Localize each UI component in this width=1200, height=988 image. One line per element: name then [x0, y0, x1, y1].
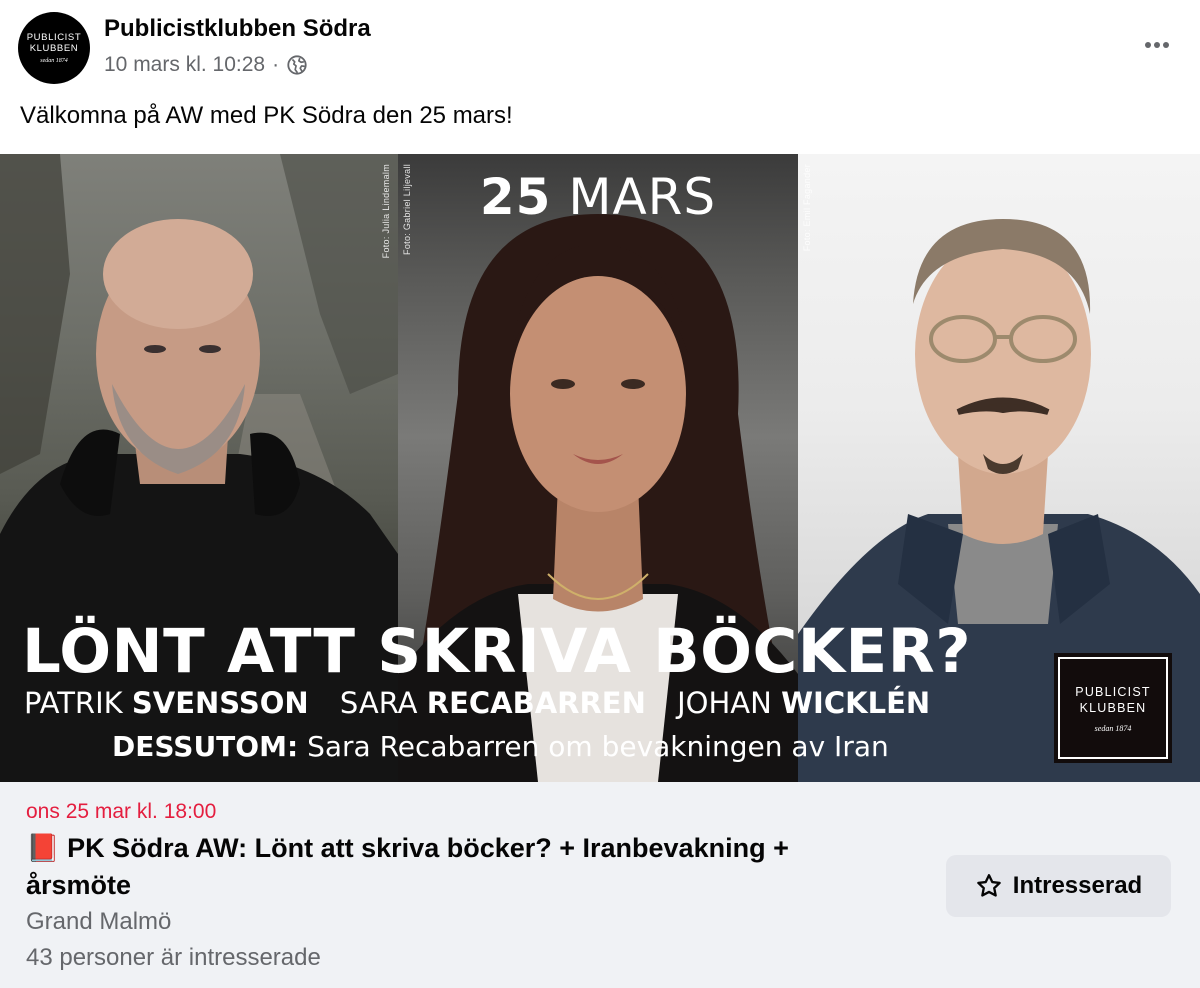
- photo-credit-left: Foto: Julia Lindemalm: [381, 164, 391, 259]
- image-headline: LÖNT ATT SKRIVA BÖCKER?: [22, 616, 972, 687]
- event-venue: Grand Malmö: [26, 908, 172, 935]
- event-details[interactable]: ons 25 mar kl. 18:00 📕 PK Södra AW: Lönt…: [0, 782, 1200, 988]
- image-event-date: 25 MARS: [398, 168, 798, 226]
- avatar-logo-line1: PUBLICIST: [26, 32, 82, 43]
- speaker-1: PATRIK SVENSSON: [24, 686, 309, 720]
- page-avatar[interactable]: PUBLICIST KLUBBEN sedan 1874: [18, 12, 90, 84]
- meta-separator: ·: [272, 53, 280, 76]
- star-icon: [977, 874, 1001, 897]
- speaker-2: SARA RECABARREN: [339, 686, 646, 720]
- book-emoji-icon: 📕: [26, 833, 60, 863]
- post-meta: 10 mars kl. 10:28 ·: [104, 53, 308, 77]
- also-label: DESSUTOM:: [112, 730, 299, 763]
- event-title-text: PK Södra AW: Lönt att skriva böcker? + I…: [26, 833, 789, 900]
- image-also-line: DESSUTOM: Sara Recabarren om bevakningen…: [112, 730, 889, 763]
- avatar-logo-line3: sedan 1874: [40, 58, 68, 64]
- globe-icon[interactable]: [286, 54, 308, 76]
- page-name-link[interactable]: Publicistklubben Södra: [104, 15, 371, 43]
- event-date: ons 25 mar kl. 18:00: [26, 800, 217, 823]
- image-date-month: MARS: [568, 168, 717, 226]
- speaker-3: JOHAN WICKLÉN: [677, 686, 931, 720]
- event-interested-count: 43 personer är intresserade: [26, 944, 321, 971]
- image-date-day: 25: [479, 168, 552, 226]
- avatar-logo-line2: KLUBBEN: [29, 43, 79, 54]
- photo-credit-right: Foto: Emil Fagander: [802, 164, 812, 252]
- image-speakers: PATRIK SVENSSON SARA RECABARREN JOHAN WI…: [24, 686, 952, 720]
- interested-button[interactable]: Intresserad: [946, 855, 1171, 917]
- post-text: Välkomna på AW med PK Södra den 25 mars!: [20, 102, 513, 129]
- image-logo: PUBLICIST KLUBBEN sedan 1874: [1054, 653, 1172, 763]
- interested-button-label: Intresserad: [1012, 872, 1143, 899]
- more-options-icon[interactable]: [1140, 30, 1174, 60]
- also-text: Sara Recabarren om bevakningen av Iran: [307, 730, 889, 763]
- post-timestamp[interactable]: 10 mars kl. 10:28: [104, 53, 265, 77]
- event-title[interactable]: 📕 PK Södra AW: Lönt att skriva böcker? +…: [26, 830, 886, 904]
- event-cover-image[interactable]: Foto: Julia Lindemalm Foto: Gabriel Lilj…: [0, 154, 1200, 782]
- post-header: PUBLICIST KLUBBEN sedan 1874 Publicistkl…: [0, 0, 1200, 90]
